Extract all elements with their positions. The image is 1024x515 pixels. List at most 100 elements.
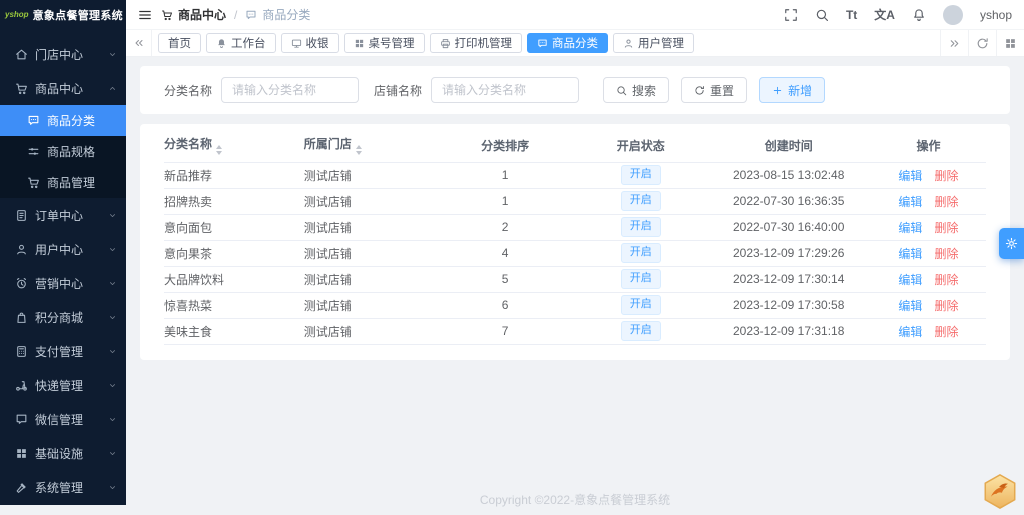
sidebar-item-order-center[interactable]: 订单中心	[0, 198, 126, 232]
bell-fill-icon	[216, 38, 227, 49]
sidebar-item-store-center[interactable]: 门店中心	[0, 37, 126, 71]
chevron-up-icon	[108, 84, 117, 93]
status-badge: 开启	[620, 320, 661, 342]
status-badge: 开启	[620, 190, 661, 212]
search-icon[interactable]	[815, 8, 829, 22]
cell-category-name: 美味主食	[164, 318, 304, 345]
table-header-row: 分类名称 所属门店 分类排序 开启状态 创建时间 操作	[164, 129, 986, 163]
refresh-icon	[694, 85, 705, 96]
search-button[interactable]: 搜索	[603, 77, 670, 103]
sidebar-item-product-spec[interactable]: 商品规格	[0, 136, 126, 167]
sidebar-item-product-manage[interactable]: 商品管理	[0, 167, 126, 198]
plus-icon	[772, 85, 783, 96]
chevrons-left-icon[interactable]	[126, 30, 152, 56]
delete-link[interactable]: 删除	[934, 325, 958, 339]
layout-grid-icon[interactable]	[996, 30, 1024, 56]
chevrons-right-icon[interactable]	[940, 30, 968, 56]
fullscreen-icon[interactable]	[784, 8, 798, 22]
sidebar-item-system-mgmt[interactable]: 系统管理	[0, 470, 126, 504]
sidebar-item-payment-mgmt[interactable]: 支付管理	[0, 334, 126, 368]
calc-icon	[15, 345, 28, 358]
cell-sort: 2	[435, 214, 575, 241]
cell-actions: 编辑 删除	[870, 292, 986, 319]
chevron-down-icon	[108, 449, 117, 458]
monitor-icon	[291, 38, 302, 49]
sidebar: yshop 意象点餐管理系统 门店中心 商品中心 商品分类 商品规格 商品管理 …	[0, 0, 126, 505]
table-row: 惊喜热菜 测试店铺 6 开启 2023-12-09 17:30:58 编辑 删除	[164, 292, 986, 319]
username[interactable]: yshop	[980, 8, 1012, 22]
delete-link[interactable]: 删除	[934, 169, 958, 183]
reset-button[interactable]: 重置	[681, 77, 748, 103]
tab-user-mgmt[interactable]: 用户管理	[613, 33, 694, 53]
chevron-down-icon	[108, 245, 117, 254]
sort-caret[interactable]	[216, 145, 223, 156]
topbar-actions: Tt 文A yshop	[784, 4, 1012, 25]
edit-link[interactable]: 编辑	[898, 221, 922, 235]
grid-icon	[354, 38, 365, 49]
sidebar-item-product-center[interactable]: 商品中心	[0, 71, 126, 105]
cell-sort: 7	[435, 318, 575, 345]
sort-caret[interactable]	[355, 145, 362, 156]
status-badge: 开启	[620, 242, 661, 264]
hamburger-icon[interactable]	[138, 8, 152, 22]
user-avatar[interactable]	[942, 4, 963, 25]
bell-icon[interactable]	[912, 8, 926, 22]
cell-store: 测试店铺	[303, 266, 436, 293]
tab-table-mgmt[interactable]: 桌号管理	[343, 33, 425, 53]
cell-sort: 5	[435, 266, 575, 293]
table-row: 意向面包 测试店铺 2 开启 2022-07-30 16:40:00 编辑 删除	[164, 214, 986, 241]
open-tabs: 首页 工作台 收银 桌号管理 打印机管理 商品分类 用户管理	[152, 30, 940, 56]
cart-icon	[15, 82, 28, 95]
status-badge: 开启	[620, 164, 661, 186]
sidebar-item-product-category[interactable]: 商品分类	[0, 105, 126, 136]
font-size-icon[interactable]: Tt	[846, 8, 857, 22]
tab-printer-mgmt[interactable]: 打印机管理	[429, 33, 522, 53]
app-root: yshop 意象点餐管理系统 门店中心 商品中心 商品分类 商品规格 商品管理 …	[0, 0, 1024, 515]
store-name-input[interactable]	[431, 77, 580, 103]
delete-link[interactable]: 删除	[934, 221, 958, 235]
tab-product-category[interactable]: 商品分类	[527, 33, 608, 53]
main-column: 商品中心 / 商品分类 Tt 文A yshop 首页 工作台 收银 桌号管理 打印机管理…	[126, 0, 1024, 515]
tab-workbench[interactable]: 工作台	[206, 33, 276, 53]
translate-icon[interactable]: 文A	[874, 6, 895, 23]
alarm-icon	[15, 277, 28, 290]
delete-link[interactable]: 删除	[934, 195, 958, 209]
delete-link[interactable]: 删除	[934, 299, 958, 313]
edit-link[interactable]: 编辑	[898, 299, 922, 313]
edit-link[interactable]: 编辑	[898, 325, 922, 339]
tab-home[interactable]: 首页	[158, 33, 201, 53]
table-row: 大品牌饮料 测试店铺 5 开启 2023-12-09 17:30:14 编辑 删除	[164, 266, 986, 293]
edit-link[interactable]: 编辑	[898, 195, 922, 209]
delete-link[interactable]: 删除	[934, 247, 958, 261]
sidebar-menu: 门店中心 商品中心 商品分类 商品规格 商品管理 订单中心 用户中心 营销中心 …	[0, 30, 126, 504]
cell-sort: 1	[435, 188, 575, 215]
cart-icon	[161, 9, 173, 21]
sidebar-item-marketing-center[interactable]: 营销中心	[0, 266, 126, 300]
edit-link[interactable]: 编辑	[898, 169, 922, 183]
category-name-input[interactable]	[221, 77, 360, 103]
breadcrumb-parent[interactable]: 商品中心	[178, 6, 226, 23]
sidebar-item-points-mall[interactable]: 积分商城	[0, 300, 126, 334]
delete-link[interactable]: 删除	[934, 273, 958, 287]
cell-category-name: 大品牌饮料	[164, 266, 304, 293]
edit-link[interactable]: 编辑	[898, 273, 922, 287]
cell-store: 测试店铺	[303, 162, 436, 189]
sidebar-item-express-mgmt[interactable]: 快递管理	[0, 368, 126, 402]
sidebar-item-wechat-mgmt[interactable]: 微信管理	[0, 402, 126, 436]
sidebar-item-user-center[interactable]: 用户中心	[0, 232, 126, 266]
settings-fab[interactable]	[999, 228, 1024, 259]
cell-actions: 编辑 删除	[870, 188, 986, 215]
user-icon	[623, 38, 634, 49]
tab-cashier[interactable]: 收银	[280, 33, 339, 53]
sidebar-item-infrastructure[interactable]: 基础设施	[0, 436, 126, 470]
add-button[interactable]: 新增	[759, 77, 826, 103]
bag-icon	[15, 311, 28, 324]
column-header: 分类排序	[435, 129, 575, 163]
home-icon	[15, 48, 28, 61]
edit-link[interactable]: 编辑	[898, 247, 922, 261]
table-row: 招牌热卖 测试店铺 1 开启 2022-07-30 16:36:35 编辑 删除	[164, 188, 986, 215]
refresh-icon[interactable]	[968, 30, 996, 56]
cell-store: 测试店铺	[303, 292, 436, 319]
app-logo: yshop 意象点餐管理系统	[0, 0, 126, 30]
chat-icon	[15, 413, 28, 426]
